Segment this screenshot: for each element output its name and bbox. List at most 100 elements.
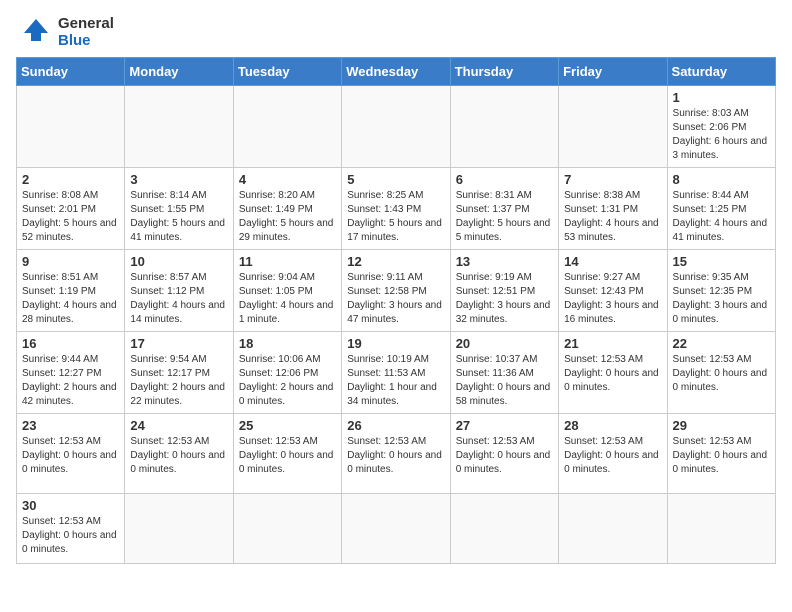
day-number: 1 bbox=[673, 90, 770, 105]
calendar-cell: 2Sunrise: 8:08 AM Sunset: 2:01 PM Daylig… bbox=[17, 168, 125, 250]
calendar-cell: 28 Sunset: 12:53 AM Daylight: 0 hours and… bbox=[559, 414, 667, 494]
calendar-cell: 29Sunset: 12:53 AM Daylight: 0 hours and… bbox=[667, 414, 775, 494]
day-info: Sunrise: 10:19 AM Sunset: 11:53 AM Dayli… bbox=[347, 353, 444, 409]
calendar-cell bbox=[450, 86, 558, 168]
day-number: 28 bbox=[564, 418, 661, 433]
calendar-cell: 4Sunrise: 8:20 AM Sunset: 1:49 PM Daylig… bbox=[233, 168, 341, 250]
day-info: Sunrise: 9:19 AM Sunset: 12:51 PM Daylig… bbox=[456, 271, 553, 327]
day-info: Sunrise: 9:54 AM Sunset: 12:17 PM Daylig… bbox=[130, 353, 227, 409]
calendar-cell: 26 Sunset: 12:53 AM Daylight: 0 hours and… bbox=[342, 414, 450, 494]
day-info: Sunrise: 8:51 AM Sunset: 1:19 PM Dayligh… bbox=[22, 271, 119, 327]
logo-svg bbox=[16, 17, 56, 49]
day-info: Sunset: 12:53 AM Daylight: 0 hours and 0… bbox=[673, 353, 770, 395]
calendar-week-row: 23 Sunset: 12:53 AM Daylight: 0 hours and… bbox=[17, 414, 776, 494]
day-info: Sunrise: 9:04 AM Sunset: 1:05 PM Dayligh… bbox=[239, 271, 336, 327]
calendar-cell bbox=[342, 494, 450, 564]
day-info: Sunset: 12:53 AM Daylight: 0 hours and 0… bbox=[239, 435, 336, 477]
calendar-cell: 3 Sunrise: 8:14 AM Sunset: 1:55 PM Daylig… bbox=[125, 168, 233, 250]
day-info: Sunrise: 8:03 AM Sunset: 2:06 PM Dayligh… bbox=[673, 107, 770, 163]
calendar-cell: 6 Sunrise: 8:31 AM Sunset: 1:37 PM Daylig… bbox=[450, 168, 558, 250]
day-info: Sunrise: 8:25 AM Sunset: 1:43 PM Dayligh… bbox=[347, 189, 444, 245]
calendar-cell: 11Sunrise: 9:04 AM Sunset: 1:05 PM Dayli… bbox=[233, 250, 341, 332]
day-info: Sunset: 12:53 AM Daylight: 0 hours and 0… bbox=[564, 353, 661, 395]
day-info: Sunrise: 10:37 AM Sunset: 11:36 AM Dayli… bbox=[456, 353, 553, 409]
day-info: Sunset: 12:53 AM Daylight: 0 hours and 0… bbox=[456, 435, 553, 477]
logo: General Blue bbox=[16, 16, 114, 49]
day-number: 22 bbox=[673, 336, 770, 351]
day-info: Sunrise: 8:44 AM Sunset: 1:25 PM Dayligh… bbox=[673, 189, 770, 245]
calendar-week-row: 1 Sunrise: 8:03 AM Sunset: 2:06 PM Daylig… bbox=[17, 86, 776, 168]
calendar-cell: 12 Sunrise: 9:11 AM Sunset: 12:58 PM Dayl… bbox=[342, 250, 450, 332]
day-number: 3 bbox=[130, 172, 227, 187]
day-number: 26 bbox=[347, 418, 444, 433]
day-number: 2 bbox=[22, 172, 119, 187]
day-number: 15 bbox=[673, 254, 770, 269]
day-number: 13 bbox=[456, 254, 553, 269]
calendar-cell: 8 Sunrise: 8:44 AM Sunset: 1:25 PM Daylig… bbox=[667, 168, 775, 250]
calendar-cell bbox=[125, 494, 233, 564]
logo-blue: Blue bbox=[58, 33, 114, 50]
day-info: Sunset: 12:53 AM Daylight: 0 hours and 0… bbox=[347, 435, 444, 477]
calendar-cell: 20 Sunrise: 10:37 AM Sunset: 11:36 AM Day… bbox=[450, 332, 558, 414]
day-number: 4 bbox=[239, 172, 336, 187]
day-number: 12 bbox=[347, 254, 444, 269]
calendar-cell bbox=[342, 86, 450, 168]
calendar-week-row: 9 Sunrise: 8:51 AM Sunset: 1:19 PM Daylig… bbox=[17, 250, 776, 332]
day-info: Sunrise: 9:27 AM Sunset: 12:43 PM Daylig… bbox=[564, 271, 661, 327]
day-number: 27 bbox=[456, 418, 553, 433]
day-number: 6 bbox=[456, 172, 553, 187]
calendar-cell: 1 Sunrise: 8:03 AM Sunset: 2:06 PM Daylig… bbox=[667, 86, 775, 168]
calendar-cell: 13 Sunrise: 9:19 AM Sunset: 12:51 PM Dayl… bbox=[450, 250, 558, 332]
calendar-week-row: 16 Sunrise: 9:44 AM Sunset: 12:27 PM Dayl… bbox=[17, 332, 776, 414]
day-number: 5 bbox=[347, 172, 444, 187]
day-info: Sunset: 12:53 AM Daylight: 0 hours and 0… bbox=[22, 435, 119, 477]
weekday-header: Monday bbox=[125, 58, 233, 86]
day-number: 24 bbox=[130, 418, 227, 433]
calendar-cell: 21 Sunset: 12:53 AM Daylight: 0 hours and… bbox=[559, 332, 667, 414]
calendar-cell: 19 Sunrise: 10:19 AM Sunset: 11:53 AM Day… bbox=[342, 332, 450, 414]
day-number: 30 bbox=[22, 498, 119, 513]
day-info: Sunrise: 8:38 AM Sunset: 1:31 PM Dayligh… bbox=[564, 189, 661, 245]
day-number: 23 bbox=[22, 418, 119, 433]
day-number: 14 bbox=[564, 254, 661, 269]
day-number: 16 bbox=[22, 336, 119, 351]
day-info: Sunrise: 9:11 AM Sunset: 12:58 PM Daylig… bbox=[347, 271, 444, 327]
day-number: 18 bbox=[239, 336, 336, 351]
weekday-header: Tuesday bbox=[233, 58, 341, 86]
calendar-cell: 15 Sunrise: 9:35 AM Sunset: 12:35 PM Dayl… bbox=[667, 250, 775, 332]
calendar-cell bbox=[450, 494, 558, 564]
day-number: 9 bbox=[22, 254, 119, 269]
day-info: Sunrise: 8:14 AM Sunset: 1:55 PM Dayligh… bbox=[130, 189, 227, 245]
weekday-header: Thursday bbox=[450, 58, 558, 86]
calendar-cell: 10Sunrise: 8:57 AM Sunset: 1:12 PM Dayli… bbox=[125, 250, 233, 332]
calendar-cell bbox=[125, 86, 233, 168]
calendar-cell: 14 Sunrise: 9:27 AM Sunset: 12:43 PM Dayl… bbox=[559, 250, 667, 332]
calendar-cell bbox=[559, 86, 667, 168]
day-number: 8 bbox=[673, 172, 770, 187]
day-info: Sunrise: 9:35 AM Sunset: 12:35 PM Daylig… bbox=[673, 271, 770, 327]
calendar-cell bbox=[17, 86, 125, 168]
calendar-cell: 24Sunset: 12:53 AM Daylight: 0 hours and… bbox=[125, 414, 233, 494]
page-header: General Blue bbox=[16, 16, 776, 49]
calendar-week-row: 30 Sunset: 12:53 AM Daylight: 0 hours and… bbox=[17, 494, 776, 564]
day-number: 25 bbox=[239, 418, 336, 433]
day-number: 7 bbox=[564, 172, 661, 187]
day-info: Sunset: 12:53 AM Daylight: 0 hours and 0… bbox=[564, 435, 661, 477]
calendar-cell: 18Sunrise: 10:06 AM Sunset: 12:06 PM Day… bbox=[233, 332, 341, 414]
logo-container: General Blue bbox=[16, 16, 114, 49]
day-number: 19 bbox=[347, 336, 444, 351]
calendar-cell: 23 Sunset: 12:53 AM Daylight: 0 hours and… bbox=[17, 414, 125, 494]
day-info: Sunrise: 8:57 AM Sunset: 1:12 PM Dayligh… bbox=[130, 271, 227, 327]
day-info: Sunset: 12:53 AM Daylight: 0 hours and 0… bbox=[22, 515, 119, 557]
weekday-header: Saturday bbox=[667, 58, 775, 86]
calendar-cell: 30 Sunset: 12:53 AM Daylight: 0 hours and… bbox=[17, 494, 125, 564]
calendar-cell: 16 Sunrise: 9:44 AM Sunset: 12:27 PM Dayl… bbox=[17, 332, 125, 414]
day-info: Sunrise: 9:44 AM Sunset: 12:27 PM Daylig… bbox=[22, 353, 119, 409]
calendar-table: SundayMondayTuesdayWednesdayThursdayFrid… bbox=[16, 57, 776, 564]
day-number: 21 bbox=[564, 336, 661, 351]
calendar-cell: 25 Sunset: 12:53 AM Daylight: 0 hours and… bbox=[233, 414, 341, 494]
day-number: 20 bbox=[456, 336, 553, 351]
calendar-cell bbox=[559, 494, 667, 564]
day-number: 29 bbox=[673, 418, 770, 433]
day-info: Sunrise: 8:31 AM Sunset: 1:37 PM Dayligh… bbox=[456, 189, 553, 245]
